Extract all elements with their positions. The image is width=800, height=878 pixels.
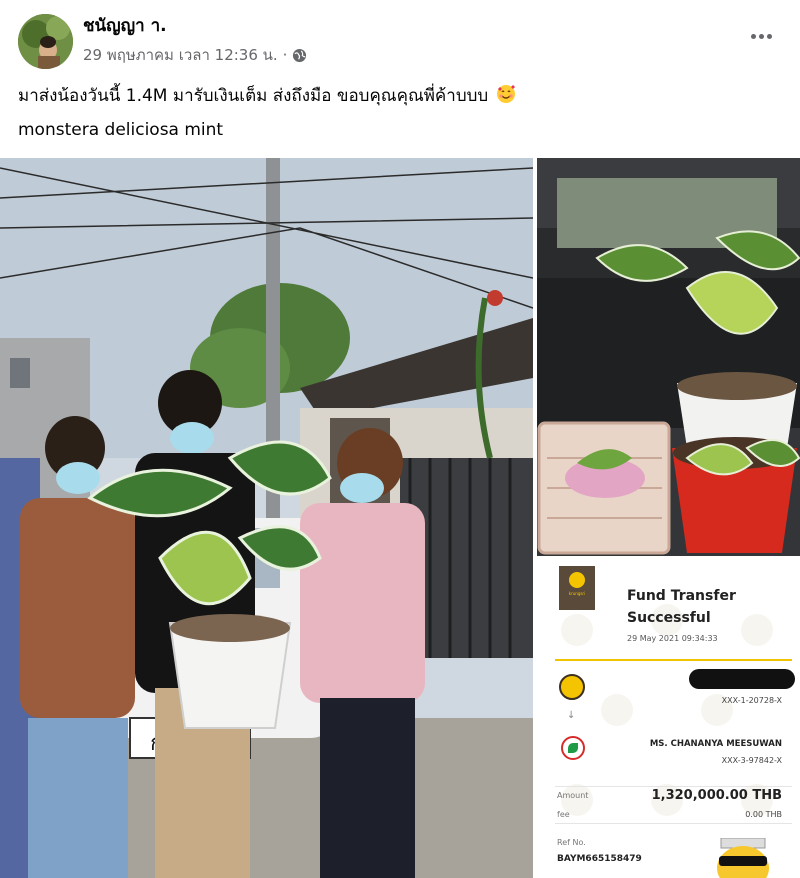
caption-text: มาส่งน้องวันนี้ 1.4M มารับเงินเต็ม ส่งถึ… xyxy=(18,86,489,106)
bank-name: krungsri xyxy=(568,591,586,596)
leaf-mark xyxy=(568,743,578,753)
ref-value: BAYM665158479 xyxy=(557,854,642,864)
meta-separator: · xyxy=(282,46,288,64)
photo-grid: กล xyxy=(0,158,800,878)
post-caption: มาส่งน้องวันนี้ 1.4M มารับเงินเต็ม ส่งถึ… xyxy=(18,84,778,151)
recipient-account: XXX-3-97842-X xyxy=(721,756,782,765)
arrow-down-icon: ↓ xyxy=(567,710,576,721)
slip-title-line-1: Fund Transfer xyxy=(627,588,736,604)
author-name[interactable]: ชนัญญา า. xyxy=(83,12,167,39)
krungsri-logo: krungsri xyxy=(559,566,595,610)
post-timestamp[interactable]: 29 พฤษภาคม เวลา 12:36 น. xyxy=(83,43,278,67)
ref-label: Ref No. xyxy=(557,838,586,847)
avatar[interactable] xyxy=(18,14,73,69)
transfer-slip: krungsri Fund Transfer Successful 29 May… xyxy=(537,560,800,878)
recipient-name: MS. CHANANYA MEESUWAN xyxy=(649,739,782,749)
fee-label: fee xyxy=(557,810,570,819)
from-account: XXX-1-20728-X xyxy=(721,696,782,705)
photo-plants-in-car[interactable] xyxy=(537,158,800,556)
slip-divider xyxy=(555,659,792,661)
post-meta: 29 พฤษภาคม เวลา 12:36 น. · xyxy=(83,43,307,67)
slip-date: 29 May 2021 09:34:33 xyxy=(627,634,718,643)
kasikorn-bank-icon xyxy=(561,736,585,760)
smiling-face-with-hearts-icon xyxy=(496,85,515,103)
slip-divider xyxy=(555,786,792,787)
more-options-icon xyxy=(750,33,756,39)
more-options-dot xyxy=(766,33,772,39)
slip-divider xyxy=(555,823,792,824)
globe-icon[interactable] xyxy=(292,48,307,63)
photo-plant-handover[interactable]: กล xyxy=(0,158,533,878)
slip-title: Fund Transfer Successful xyxy=(627,586,736,629)
amount-label: Amount xyxy=(557,791,589,800)
fee-value: 0.00 THB xyxy=(745,810,782,819)
caption-line-1: มาส่งน้องวันนี้ 1.4M มารับเงินเต็ม ส่งถึ… xyxy=(18,84,778,110)
more-options-dot xyxy=(758,33,764,39)
redacted-sender-name xyxy=(689,669,795,689)
krungsri-coin-icon xyxy=(569,572,585,588)
more-options-button[interactable] xyxy=(746,24,776,48)
photo-transfer-slip[interactable]: krungsri Fund Transfer Successful 29 May… xyxy=(537,560,800,878)
amount-value: 1,320,000.00 THB xyxy=(651,788,782,803)
caption-line-2: monstera deliciosa mint xyxy=(18,119,224,140)
krungsri-account-icon xyxy=(559,674,585,700)
slip-title-line-2: Successful xyxy=(627,609,711,626)
sunglasses-face-icon xyxy=(717,838,769,878)
post-header: ชนัญญา า. 29 พฤษภาคม เวลา 12:36 น. · xyxy=(0,0,800,70)
